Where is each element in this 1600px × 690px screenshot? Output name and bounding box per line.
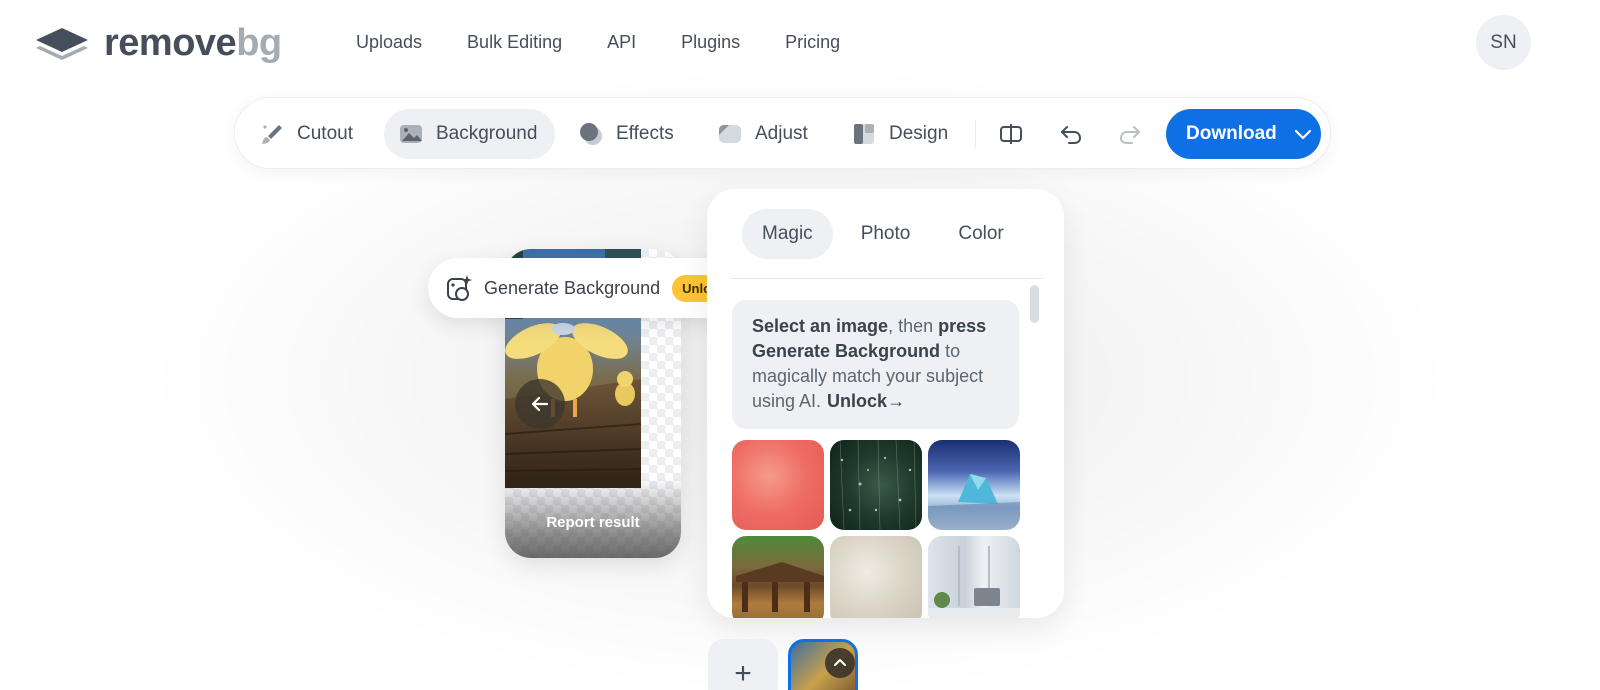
redo-button[interactable] [1114, 118, 1146, 150]
nav-plugins[interactable]: Plugins [681, 32, 740, 53]
info-text-1: , then [888, 316, 939, 336]
background-thumb-fabric[interactable] [830, 536, 922, 618]
tool-background[interactable]: Background [384, 109, 555, 159]
background-thumb-cabin[interactable] [732, 536, 824, 618]
background-thumb-coral[interactable] [732, 440, 824, 530]
main-nav: Uploads Bulk Editing API Plugins Pricing [356, 32, 885, 53]
compare-button[interactable] [995, 118, 1027, 150]
background-panel: Magic Photo Color Select an image, then … [707, 189, 1064, 618]
tool-effects-label: Effects [616, 123, 674, 144]
design-icon [854, 124, 874, 144]
brush-icon [262, 125, 282, 144]
undo-icon [1061, 126, 1082, 144]
nav-uploads[interactable]: Uploads [356, 32, 422, 53]
adjust-icon [719, 125, 741, 143]
tool-cutout-label: Cutout [297, 123, 353, 144]
brand-name: removebg [104, 22, 282, 64]
tool-design-label: Design [889, 123, 949, 144]
info-unlock-label: Unlock [827, 391, 888, 411]
image-icon [400, 125, 422, 143]
report-result-link[interactable]: Report result [505, 514, 681, 531]
generate-sparkle-icon [447, 275, 472, 301]
compare-icon [1000, 124, 1022, 144]
chevron-down-icon [1294, 129, 1311, 140]
nav-bulk-editing[interactable]: Bulk Editing [467, 32, 562, 53]
tool-adjust[interactable]: Adjust [703, 109, 822, 159]
chevron-up-icon[interactable] [825, 648, 855, 678]
generate-background-label: Generate Background [484, 277, 661, 298]
add-image-button[interactable]: + [708, 639, 778, 690]
nav-pricing[interactable]: Pricing [785, 32, 840, 53]
tool-background-label: Background [436, 123, 538, 144]
layers-logo-icon [36, 27, 88, 60]
panel-tabs: Magic Photo Color [742, 209, 1024, 259]
redo-icon [1119, 126, 1140, 144]
tool-cutout[interactable]: Cutout [245, 109, 367, 159]
background-thumb-rain-foliage[interactable] [830, 440, 922, 530]
background-thumbnails [732, 440, 1020, 618]
panel-scrollbar[interactable] [1030, 285, 1039, 323]
tabs-divider [731, 278, 1044, 279]
arrow-left-icon [531, 396, 549, 412]
back-button[interactable] [515, 379, 565, 429]
tool-effects[interactable]: Effects [564, 109, 688, 159]
plus-icon: + [734, 657, 752, 690]
info-strong-1: Select an image [752, 316, 889, 336]
download-label: Download [1186, 123, 1277, 144]
brand-logo[interactable]: removebg [34, 22, 282, 65]
info-unlock-link[interactable]: Unlock→ [827, 391, 905, 411]
undo-button[interactable] [1055, 118, 1087, 150]
tool-adjust-label: Adjust [755, 123, 808, 144]
toolbar-divider [975, 120, 976, 148]
editor-toolbar: Cutout Background Effects Adjust Design [234, 97, 1331, 169]
tab-magic[interactable]: Magic [742, 209, 833, 259]
tab-color[interactable]: Color [938, 209, 1023, 259]
selected-image-thumb[interactable] [788, 639, 858, 690]
background-thumb-ice[interactable] [928, 440, 1020, 530]
background-thumb-office[interactable] [928, 536, 1020, 618]
user-avatar[interactable]: SN [1476, 15, 1531, 70]
tab-photo[interactable]: Photo [841, 209, 931, 259]
effects-icon [580, 123, 602, 145]
arrow-right-icon: → [887, 391, 906, 411]
nav-api[interactable]: API [607, 32, 636, 53]
tool-design[interactable]: Design [837, 109, 962, 159]
download-button[interactable]: Download [1166, 109, 1321, 159]
magic-info-box: Select an image, then press Generate Bac… [732, 300, 1019, 429]
